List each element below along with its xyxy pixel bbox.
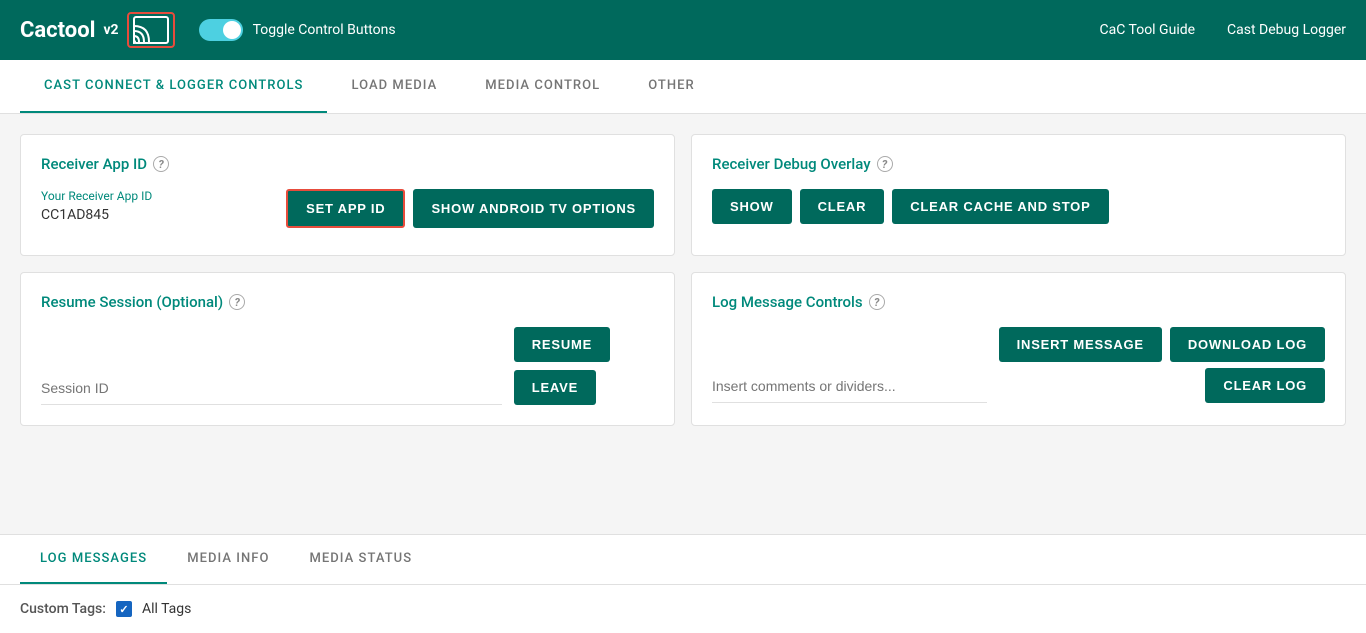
logo: Cactool v2 <box>20 12 175 48</box>
all-tags-checkbox[interactable] <box>116 601 132 617</box>
tab-load-media[interactable]: LOAD MEDIA <box>327 60 461 113</box>
tab-other[interactable]: OTHER <box>624 60 719 113</box>
download-log-button[interactable]: DOWNLOAD LOG <box>1170 327 1325 362</box>
resume-session-help-icon[interactable]: ? <box>229 294 245 310</box>
receiver-app-help-icon[interactable]: ? <box>153 156 169 172</box>
main-content: Receiver App ID ? Your Receiver App ID C… <box>0 114 1366 534</box>
tab-cast-connect[interactable]: CAST CONNECT & LOGGER CONTROLS <box>20 60 327 113</box>
tab-media-info[interactable]: MEDIA INFO <box>167 535 289 584</box>
tab-media-status[interactable]: MEDIA STATUS <box>289 535 432 584</box>
receiver-debug-card: Receiver Debug Overlay ? SHOW CLEAR CLEA… <box>691 134 1346 256</box>
cast-icon-wrapper[interactable] <box>127 12 175 48</box>
cast-icon <box>133 16 169 44</box>
receiver-input-col: Your Receiver App ID CC1AD845 <box>41 189 270 235</box>
receiver-debug-help-icon[interactable]: ? <box>877 156 893 172</box>
resume-session-title: Resume Session (Optional) ? <box>41 293 654 311</box>
tab-log-messages[interactable]: LOG MESSAGES <box>20 535 167 584</box>
log-btns-top: INSERT MESSAGE DOWNLOAD LOG <box>999 327 1325 362</box>
receiver-app-card: Receiver App ID ? Your Receiver App ID C… <box>20 134 675 256</box>
receiver-app-value: CC1AD845 <box>41 207 270 223</box>
custom-tags-bar: Custom Tags: All Tags <box>0 584 1366 633</box>
custom-tags-label: Custom Tags: <box>20 601 106 617</box>
cards-row-1: Receiver App ID ? Your Receiver App ID C… <box>20 134 1346 256</box>
session-id-input[interactable] <box>41 372 502 405</box>
clear-log-button[interactable]: CLEAR LOG <box>1205 368 1325 403</box>
log-message-controls-card: Log Message Controls ? INSERT MESSAGE DO… <box>691 272 1346 426</box>
header-links: CaC Tool Guide Cast Debug Logger <box>1100 22 1347 38</box>
logo-text: Cactool <box>20 18 95 43</box>
receiver-app-title: Receiver App ID ? <box>41 155 654 173</box>
show-android-tv-button[interactable]: SHOW ANDROID TV OPTIONS <box>413 189 654 228</box>
all-tags-label: All Tags <box>142 601 191 617</box>
logo-v2: v2 <box>103 22 118 38</box>
resume-btns: RESUME LEAVE <box>514 327 654 405</box>
clear-debug-button[interactable]: CLEAR <box>800 189 885 224</box>
insert-message-button[interactable]: INSERT MESSAGE <box>999 327 1162 362</box>
top-tabs: CAST CONNECT & LOGGER CONTROLS LOAD MEDI… <box>0 60 1366 114</box>
debug-btns: SHOW CLEAR CLEAR CACHE AND STOP <box>712 189 1325 224</box>
receiver-btns-col: SET APP ID SHOW ANDROID TV OPTIONS <box>286 189 654 228</box>
log-comment-input[interactable] <box>712 370 987 403</box>
resume-button[interactable]: RESUME <box>514 327 610 362</box>
header: Cactool v2 Toggle Control Buttons CaC Too… <box>0 0 1366 60</box>
log-message-controls-title: Log Message Controls ? <box>712 293 1325 311</box>
log-btns-col: INSERT MESSAGE DOWNLOAD LOG CLEAR LOG <box>999 327 1325 403</box>
toggle-control: Toggle Control Buttons <box>199 19 396 41</box>
set-app-id-button[interactable]: SET APP ID <box>286 189 405 228</box>
tab-media-control[interactable]: MEDIA CONTROL <box>461 60 624 113</box>
cac-tool-guide-link[interactable]: CaC Tool Guide <box>1100 22 1196 38</box>
toggle-label: Toggle Control Buttons <box>253 22 396 38</box>
show-debug-button[interactable]: SHOW <box>712 189 792 224</box>
log-message-help-icon[interactable]: ? <box>869 294 885 310</box>
leave-button[interactable]: LEAVE <box>514 370 596 405</box>
cards-row-2: Resume Session (Optional) ? RESUME LEAVE… <box>20 272 1346 426</box>
receiver-app-content: Your Receiver App ID CC1AD845 SET APP ID… <box>41 189 654 235</box>
cast-debug-logger-link[interactable]: Cast Debug Logger <box>1227 22 1346 38</box>
resume-session-card: Resume Session (Optional) ? RESUME LEAVE <box>20 272 675 426</box>
toggle-switch[interactable] <box>199 19 243 41</box>
receiver-app-input-label: Your Receiver App ID <box>41 189 270 203</box>
clear-cache-stop-button[interactable]: CLEAR CACHE AND STOP <box>892 189 1108 224</box>
receiver-debug-title: Receiver Debug Overlay ? <box>712 155 1325 173</box>
bottom-tabs: LOG MESSAGES MEDIA INFO MEDIA STATUS <box>0 534 1366 584</box>
